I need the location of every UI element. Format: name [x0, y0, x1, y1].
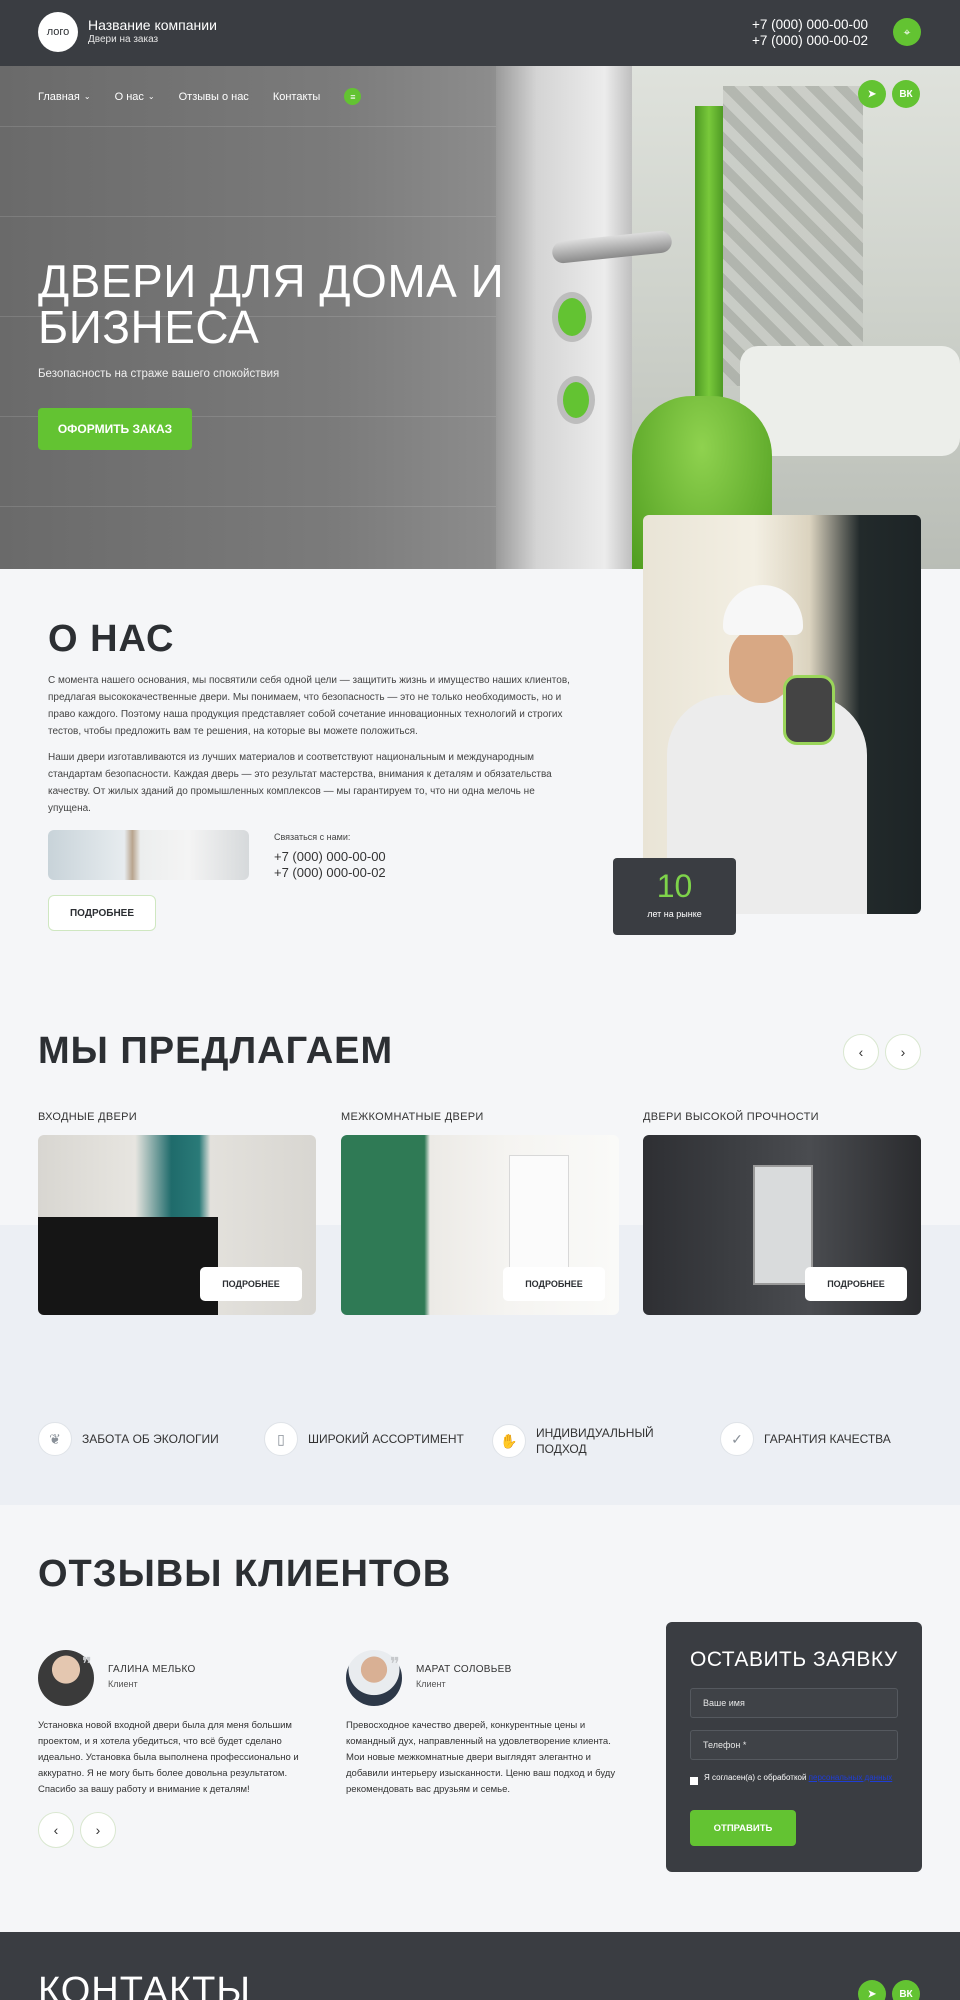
header-phone-1[interactable]: +7 (000) 000-00-00: [752, 17, 868, 33]
reviews-next-button[interactable]: ›: [80, 1812, 116, 1848]
nav-item-contacts[interactable]: Контакты: [273, 91, 321, 103]
chevron-left-icon: ‹: [53, 1822, 59, 1838]
chevron-left-icon: ‹: [858, 1044, 864, 1060]
contacts-section: КОНТАКТЫ ➤ ВК: [0, 1932, 960, 2000]
consent-text: Я согласен(а) с обработкой: [704, 1773, 809, 1782]
privacy-link[interactable]: персональных данных: [809, 1773, 893, 1782]
card-entrance-doors[interactable]: ПОДРОБНЕЕ: [38, 1135, 316, 1315]
shield-check-icon: ✓: [720, 1422, 754, 1456]
reviewer-name: МАРАТ СОЛОВЬЕВ: [416, 1664, 512, 1675]
menu-icon[interactable]: ≡: [344, 88, 362, 105]
map-pin-icon: ⌖: [903, 24, 911, 39]
about-title: О НАС: [48, 618, 175, 660]
header-phones: +7 (000) 000-00-00 +7 (000) 000-00-02: [752, 17, 868, 49]
chevron-down-icon: ⌄: [83, 92, 91, 101]
top-bar: лого Название компании Двери на заказ +7…: [0, 0, 960, 66]
location-button[interactable]: ⌖: [893, 18, 921, 46]
name-field[interactable]: Ваше имя: [690, 1688, 898, 1718]
about-paragraph-1: С момента нашего основания, мы посвятили…: [48, 675, 570, 737]
reviewer-role: Клиент: [416, 1679, 446, 1689]
about-phone-1[interactable]: +7 (000) 000-00-00: [274, 849, 386, 865]
card-label-strong: ДВЕРИ ВЫСОКОЙ ПРОЧНОСТИ: [643, 1111, 819, 1123]
order-button[interactable]: ОФОРМИТЬ ЗАКАЗ: [38, 408, 192, 450]
leaf-hand-icon: ❦: [38, 1422, 72, 1456]
chevron-right-icon: ›: [900, 1044, 906, 1060]
nav-item-home[interactable]: Главная ⌄: [38, 91, 91, 103]
about-phones: +7 (000) 000-00-00 +7 (000) 000-00-02: [274, 849, 386, 881]
submit-button[interactable]: ОТПРАВИТЬ: [690, 1810, 796, 1846]
years-badge: 10 лет на рынке: [613, 858, 736, 935]
reviews-title: ОТЗЫВЫ КЛИЕНТОВ: [38, 1553, 452, 1595]
social-links-top: ➤ ВК: [858, 80, 920, 108]
card-label-entrance: ВХОДНЫЕ ДВЕРИ: [38, 1111, 137, 1123]
door-icon: ▯: [264, 1422, 298, 1456]
offer-title: МЫ ПРЕДЛАГАЕМ: [38, 1030, 394, 1072]
main-nav: Главная ⌄ О нас ⌄ Отзывы о нас Контакты ≡: [38, 88, 362, 105]
vk-icon[interactable]: ВК: [892, 1980, 920, 2000]
quote-icon: ❞: [82, 1654, 92, 1675]
contact-label: Связаться с нами:: [274, 832, 351, 842]
vk-icon[interactable]: ВК: [892, 80, 920, 108]
quote-icon: ❞: [390, 1654, 400, 1675]
feature-ecology: ❦ ЗАБОТА ОБ ЭКОЛОГИИ: [38, 1422, 219, 1456]
hero-title: ДВЕРИ ДЛЯ ДОМА И БИЗНЕСА: [38, 255, 505, 353]
card-more-button[interactable]: ПОДРОБНЕЕ: [805, 1267, 907, 1301]
chevron-right-icon: ›: [95, 1822, 101, 1838]
feature-quality: ✓ ГАРАНТИЯ КАЧЕСТВА: [720, 1422, 891, 1456]
reviewer-role: Клиент: [108, 1679, 138, 1689]
nav-item-reviews[interactable]: Отзывы о нас: [179, 91, 249, 103]
social-links-bottom: ➤ ВК: [858, 1980, 920, 2000]
card-interior-doors[interactable]: ПОДРОБНЕЕ: [341, 1135, 619, 1315]
telegram-icon[interactable]: ➤: [858, 80, 886, 108]
card-label-interior: МЕЖКОМНАТНЫЕ ДВЕРИ: [341, 1111, 484, 1123]
offer-prev-button[interactable]: ‹: [843, 1034, 879, 1070]
years-label: лет на рынке: [647, 909, 702, 919]
card-more-button[interactable]: ПОДРОБНЕЕ: [200, 1267, 302, 1301]
about-more-button[interactable]: ПОДРОБНЕЕ: [48, 895, 156, 931]
offer-next-button[interactable]: ›: [885, 1034, 921, 1070]
card-strong-doors[interactable]: ПОДРОБНЕЕ: [643, 1135, 921, 1315]
company-block: Название компании Двери на заказ: [88, 17, 217, 47]
chevron-down-icon: ⌄: [147, 92, 155, 101]
hero-subtitle: Безопасность на страже вашего спокойстви…: [38, 368, 280, 380]
telegram-icon[interactable]: ➤: [858, 1980, 886, 2000]
consent-row: Я согласен(а) с обработкой персональных …: [690, 1772, 900, 1785]
nav-item-about[interactable]: О нас ⌄: [115, 91, 155, 103]
hero-section: ДВЕРИ ДЛЯ ДОМА И БИЗНЕСА Безопасность на…: [0, 66, 960, 569]
review-text: Установка новой входной двери была для м…: [38, 1720, 299, 1795]
logo[interactable]: лого: [38, 12, 78, 52]
contacts-title: КОНТАКТЫ: [38, 1970, 251, 2000]
consent-checkbox[interactable]: [690, 1777, 698, 1785]
phone-field[interactable]: Телефон *: [690, 1730, 898, 1760]
request-form: ОСТАВИТЬ ЗАЯВКУ Ваше имя Телефон * Я сог…: [666, 1622, 922, 1872]
company-tagline: Двери на заказ: [88, 34, 159, 45]
reviewer-name: ГАЛИНА МЕЛЬКО: [108, 1664, 196, 1675]
worker-photo: [643, 515, 921, 914]
form-title: ОСТАВИТЬ ЗАЯВКУ: [690, 1648, 898, 1671]
reviews-prev-button[interactable]: ‹: [38, 1812, 74, 1848]
about-phone-2[interactable]: +7 (000) 000-00-02: [274, 865, 386, 881]
review-text: Превосходное качество дверей, конкурентн…: [346, 1720, 616, 1795]
about-paragraph-2: Наши двери изготавливаются из лучших мат…: [48, 752, 552, 814]
years-number: 10: [656, 868, 693, 904]
handshake-icon: ✋: [492, 1424, 526, 1458]
header-phone-2[interactable]: +7 (000) 000-00-02: [752, 33, 868, 49]
door-handle-thumbnail: [48, 830, 249, 880]
card-more-button[interactable]: ПОДРОБНЕЕ: [503, 1267, 605, 1301]
company-name: Название компании: [88, 17, 217, 33]
feature-individual: ✋ ИНДИВИДУАЛЬНЫЙ ПОДХОД: [492, 1424, 656, 1458]
feature-assortment: ▯ ШИРОКИЙ АССОРТИМЕНТ: [264, 1422, 464, 1456]
